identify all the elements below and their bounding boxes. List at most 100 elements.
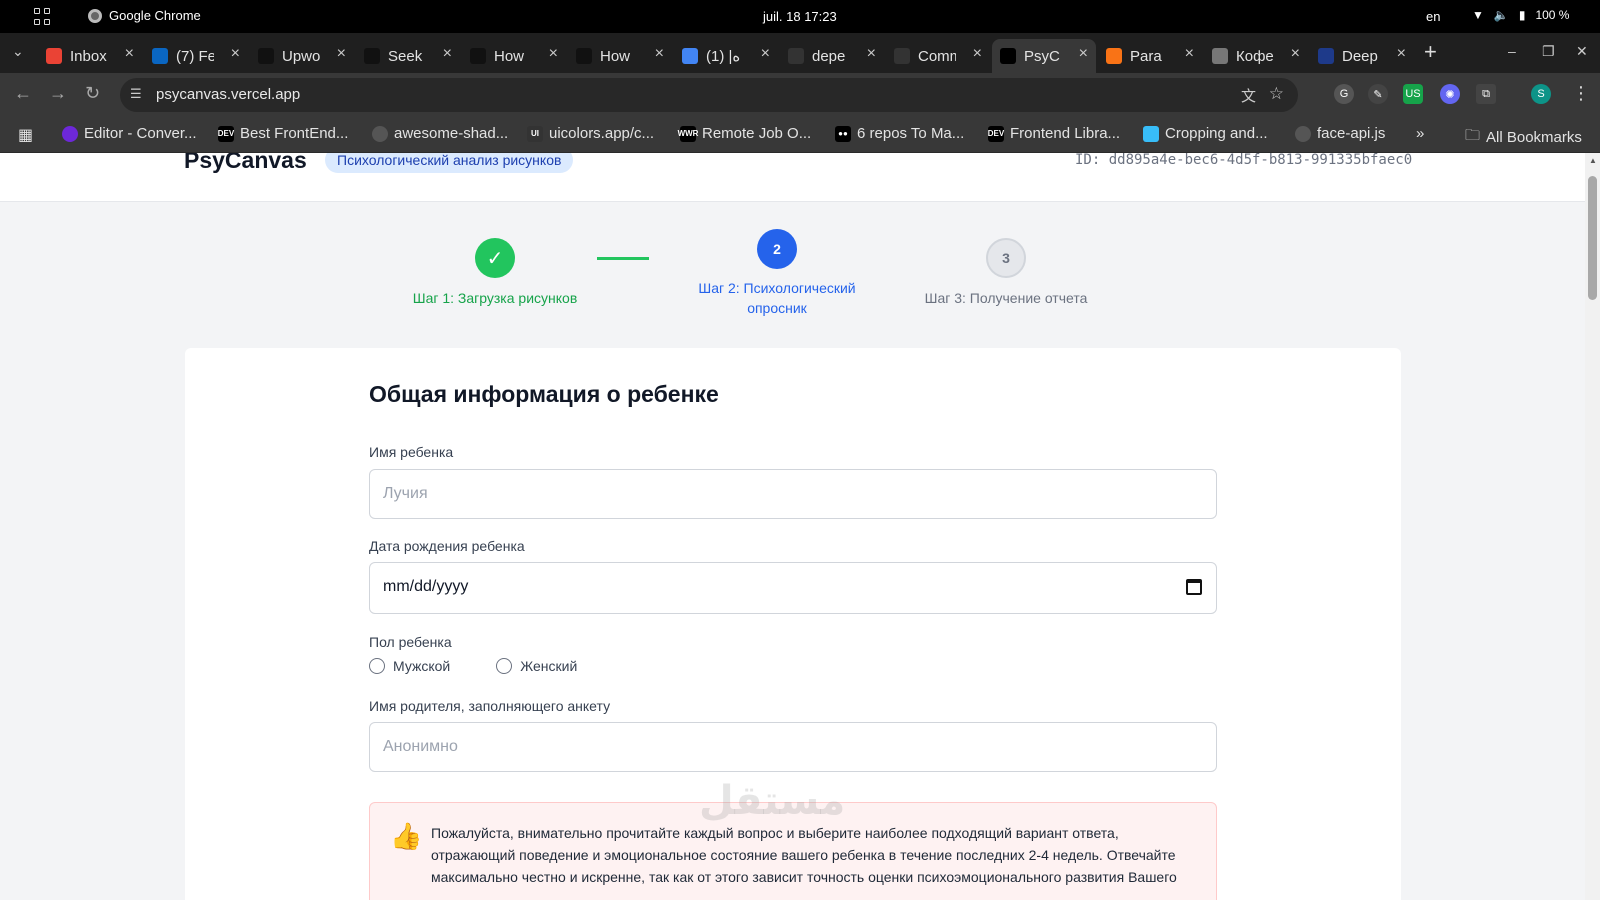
page-scrollbar[interactable]: ▲ [1585,153,1600,900]
bookmark-item[interactable]: ●● 6 repos To Ma... [835,125,964,142]
close-tab-icon[interactable]: × [1397,45,1406,63]
wifi-icon: ▼ [1472,8,1484,22]
new-tab-button[interactable]: + [1424,39,1437,65]
bookmark-label: Frontend Libra... [1010,125,1121,142]
browser-tab[interactable]: How × [462,39,566,73]
bookmark-item[interactable]: awesome-shad... [372,125,508,142]
gender-female-radio[interactable] [496,658,513,674]
tab-title: Para [1130,47,1162,65]
bookmark-item[interactable]: DEV Frontend Libra... [988,125,1120,142]
bookmark-item[interactable]: Editor - Conver... [62,125,197,142]
active-app-name: Google Chrome [109,8,201,23]
scroll-up-icon[interactable]: ▲ [1589,156,1597,165]
more-bookmarks-chevron-icon[interactable]: » [1416,125,1424,142]
step-3-circle: 3 [986,238,1026,278]
brand-logo[interactable]: PsyCanvas [184,153,307,174]
tab-search-chevron-icon[interactable]: ⌄ [12,43,24,60]
ui-icon: UI [527,125,543,142]
dob-input[interactable]: mm/dd/yyyy [369,562,1217,614]
parent-name-input[interactable] [369,722,1217,772]
app-grid-icon[interactable] [34,8,52,26]
close-tab-icon[interactable]: × [1079,45,1088,63]
close-tab-icon[interactable]: × [125,45,134,63]
stepper: ✓ Шаг 1: Загрузка рисунков 2 Шаг 2: Псих… [0,229,1585,323]
browser-tab[interactable]: ه| (1) × [674,39,778,73]
browser-tab[interactable]: Para × [1098,39,1202,73]
address-bar[interactable]: ☰ psycanvas.vercel.app 文 ☆ [120,78,1298,112]
all-bookmarks-button[interactable]: 🗀 All Bookmarks [1465,125,1582,150]
mask-icon [788,48,804,64]
circle-icon [62,125,78,142]
bookmark-item[interactable]: Cropping and... [1143,125,1268,142]
gender-male-radio[interactable] [369,658,385,674]
step-1-check-icon: ✓ [475,238,515,278]
close-tab-icon[interactable]: × [443,45,452,63]
browser-tab[interactable]: Comm × [886,39,990,73]
os-top-bar: Google Chrome juil. 18 17:23 en ▼ 🔈 ▮ 10… [0,0,1600,33]
battery-percent: 100 % [1535,8,1570,22]
dev-icon: DEV [988,125,1004,142]
bookmark-item[interactable]: WWR Remote Job O... [678,125,812,142]
browser-tab[interactable]: Inbox × [38,39,142,73]
step-3-label: Шаг 3: Получение отчета [924,290,1088,306]
active-app-label[interactable]: Google Chrome [88,8,201,23]
grammarly-icon[interactable]: G [1334,84,1354,104]
bookmark-item[interactable]: UI uicolors.app/c... [527,125,654,142]
clock[interactable]: juil. 18 17:23 [763,9,837,24]
reload-icon[interactable]: ↻ [85,83,100,104]
system-tray[interactable]: ▼ 🔈 ▮ 100 % [1472,8,1569,22]
form-title: Общая информация о ребенке [369,381,719,407]
calendar-icon[interactable] [1186,579,1202,595]
close-tab-icon[interactable]: × [337,45,346,63]
forward-icon[interactable]: → [49,83,67,104]
tab-title: Comm [918,47,956,65]
address-url[interactable]: psycanvas.vercel.app [156,86,300,103]
translate-icon[interactable]: 文 [1241,85,1256,106]
browser-tab[interactable]: How × [568,39,672,73]
site-settings-icon[interactable]: ☰ [130,86,146,102]
close-tab-icon[interactable]: × [549,45,558,63]
all-bookmarks-label: All Bookmarks [1486,129,1582,146]
back-icon[interactable]: ← [14,83,32,104]
tab-strip: ⌄ Inbox × (7) Fe × Upwo × Seek × How × How × ه| (1) ×… [0,33,1600,73]
close-tab-icon[interactable]: × [1291,45,1300,63]
extensions-puzzle-icon[interactable]: ⧉ [1476,84,1496,104]
chrome-menu-icon[interactable]: ⋮ [1572,83,1590,104]
gender-female-option[interactable]: Женский [496,658,577,674]
step-connector [597,257,649,260]
browser-tab[interactable]: Deep × [1310,39,1414,73]
dob-label: Дата рождения ребенка [369,538,525,554]
step-2-circle: 2 [757,229,797,269]
bookmark-item[interactable]: DEV Best FrontEnd... [218,125,349,142]
close-tab-icon[interactable]: × [867,45,876,63]
close-window-icon[interactable]: ✕ [1576,43,1588,60]
scrollbar-thumb[interactable] [1588,176,1597,300]
bookmark-item[interactable]: face-api.js [1295,125,1385,142]
minimize-icon[interactable]: – [1508,43,1516,59]
extension-gear-icon[interactable]: ✺ [1440,84,1460,104]
step-2-label: Шаг 2: Психологический опросник [677,278,877,318]
close-tab-icon[interactable]: × [655,45,664,63]
keyboard-language[interactable]: en [1426,9,1440,24]
browser-tab[interactable]: (7) Fe × [144,39,248,73]
color-picker-icon[interactable]: ✎ [1368,84,1388,104]
bookmark-star-icon[interactable]: ☆ [1269,84,1284,104]
child-name-input[interactable] [369,469,1217,519]
browser-tab[interactable]: Seek × [356,39,460,73]
browser-tab[interactable]: PsyC × [992,39,1096,73]
browser-tab[interactable]: Кофе × [1204,39,1308,73]
browser-tab[interactable]: depe × [780,39,884,73]
apps-grid-icon[interactable]: ▦ [18,125,33,145]
close-tab-icon[interactable]: × [1185,45,1194,63]
google-icon [682,48,698,64]
tab-title: Кофе [1236,47,1274,65]
close-tab-icon[interactable]: × [761,45,770,63]
vpn-us-icon[interactable]: US [1403,84,1423,104]
close-tab-icon[interactable]: × [973,45,982,63]
profile-avatar[interactable]: S [1531,84,1551,104]
browser-tab[interactable]: Upwo × [250,39,354,73]
close-tab-icon[interactable]: × [231,45,240,63]
maximize-icon[interactable]: ❐ [1542,43,1555,60]
tab-title: depe [812,47,846,65]
gender-male-option[interactable]: Мужской [369,658,450,674]
